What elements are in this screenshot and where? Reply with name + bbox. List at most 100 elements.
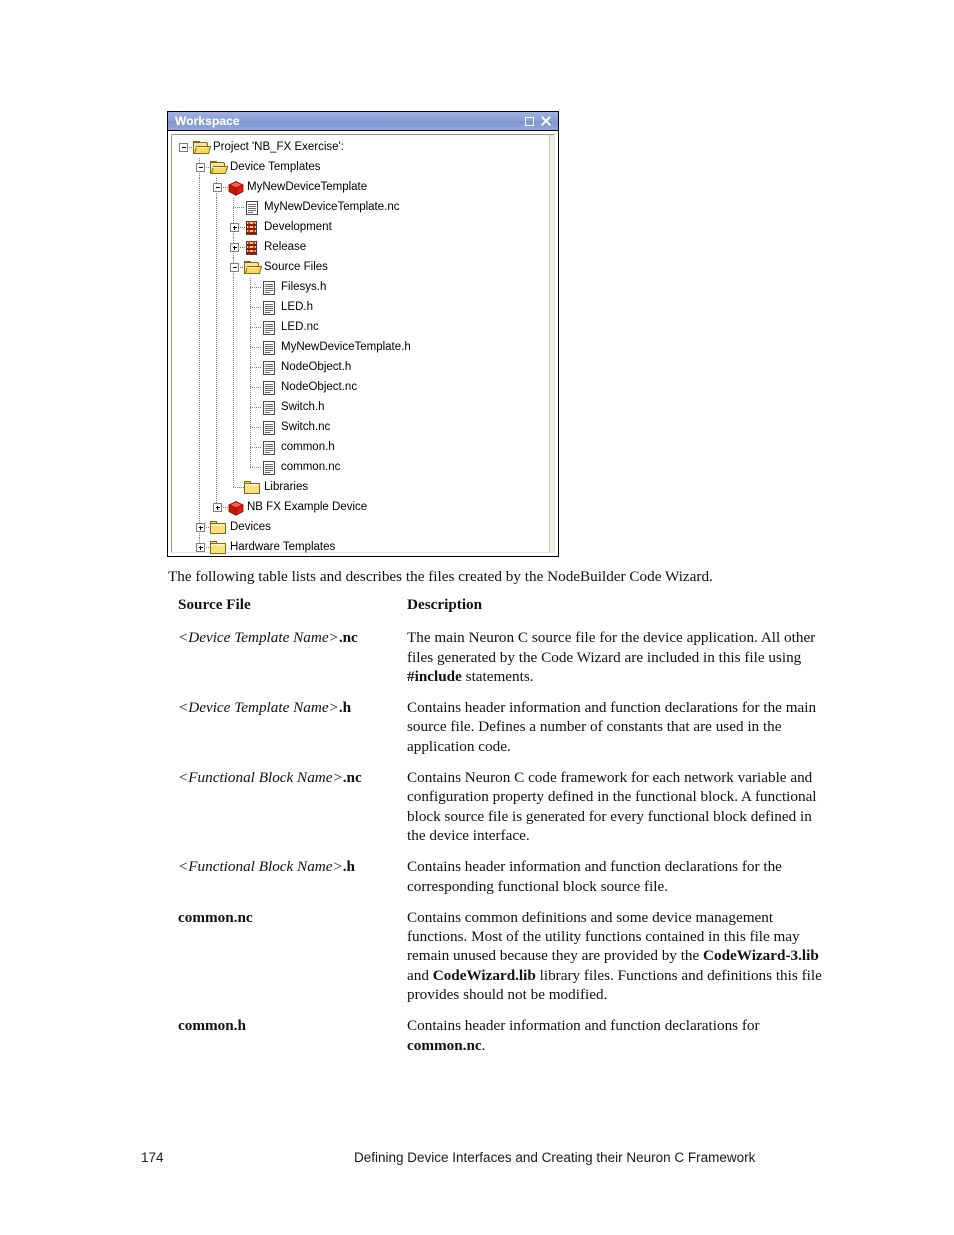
- tree-item[interactable]: MyNewDeviceTemplate.h: [176, 338, 546, 358]
- tree-connector: [244, 338, 261, 358]
- tree-guide-line: [233, 298, 234, 318]
- tree-expander[interactable]: [227, 238, 245, 258]
- workspace-panel: Workspace Project 'NB_FX Exercise': Devic…: [167, 111, 559, 557]
- description-text: Contains header information and function…: [407, 1017, 760, 1035]
- tree-item[interactable]: Development: [176, 218, 546, 238]
- tree-indent: [210, 358, 227, 378]
- collapse-icon[interactable]: [179, 143, 188, 152]
- tree-guide-line: [216, 398, 217, 418]
- tree-guide-line: [216, 418, 217, 438]
- tree-item[interactable]: Project 'NB_FX Exercise':: [176, 138, 546, 158]
- tree-item[interactable]: Switch.nc: [176, 418, 546, 438]
- tree-guide-line: [216, 218, 217, 238]
- tree-item[interactable]: Hardware Templates: [176, 538, 546, 558]
- tree-indent: [193, 378, 210, 398]
- tree-item[interactable]: MyNewDeviceTemplate.nc: [176, 198, 546, 218]
- collapse-icon[interactable]: [230, 263, 239, 272]
- source-file-name-bold: common.nc: [178, 908, 253, 926]
- build-config-icon: [244, 240, 262, 256]
- tree-expander[interactable]: [210, 498, 228, 518]
- vertical-scrollbar[interactable]: [549, 135, 554, 552]
- tree-item-label: Switch.h: [281, 400, 325, 413]
- tree-indent: [227, 438, 244, 458]
- tree-item[interactable]: Source Files: [176, 258, 546, 278]
- tree-item[interactable]: LED.h: [176, 298, 546, 318]
- expand-icon[interactable]: [230, 243, 239, 252]
- source-file-name-italic: <Device Template Name>: [178, 699, 339, 717]
- tree-expander[interactable]: [227, 218, 245, 238]
- tree-expander[interactable]: [210, 178, 228, 198]
- table-cell-source-file: <Functional Block Name>.h: [178, 857, 407, 876]
- expand-icon[interactable]: [196, 543, 205, 552]
- tree-indent: [210, 298, 227, 318]
- tree-expander[interactable]: [193, 158, 211, 178]
- tree-item[interactable]: Libraries: [176, 478, 546, 498]
- tree-item[interactable]: Devices: [176, 518, 546, 538]
- table-row: <Device Template Name>.h Contains header …: [178, 698, 828, 756]
- tree-item[interactable]: LED.nc: [176, 318, 546, 338]
- tree-item-label: MyNewDeviceTemplate.nc: [264, 200, 400, 213]
- tree-guide-line: [233, 398, 234, 418]
- tree-elbow: [250, 367, 261, 368]
- tree-guide-line: [216, 278, 217, 298]
- collapse-icon[interactable]: [196, 163, 205, 172]
- expand-icon[interactable]: [213, 503, 222, 512]
- footer-title: Defining Device Interfaces and Creating …: [354, 1150, 756, 1165]
- workspace-titlebar[interactable]: Workspace: [168, 112, 558, 131]
- tree-guide-line: [250, 358, 251, 378]
- tree-guide-line: [199, 398, 200, 418]
- tree-guide-line: [216, 438, 217, 458]
- close-icon[interactable]: [540, 116, 551, 127]
- project-tree[interactable]: Project 'NB_FX Exercise': Device Template…: [176, 138, 546, 554]
- tree-elbow: [250, 327, 261, 328]
- collapse-icon[interactable]: [213, 183, 222, 192]
- tree-indent: [193, 238, 210, 258]
- tree-guide-line: [233, 198, 234, 218]
- table-cell-description: Contains header information and function…: [407, 857, 828, 896]
- source-file-icon: [261, 360, 279, 376]
- source-file-icon: [244, 200, 262, 216]
- tree-elbow: [250, 387, 261, 388]
- tree-guide-line: [216, 198, 217, 218]
- restore-icon[interactable]: [525, 116, 534, 126]
- tree-item-label: Device Templates: [230, 160, 321, 173]
- tree-item[interactable]: Switch.h: [176, 398, 546, 418]
- tree-guide-line: [233, 418, 234, 438]
- tree-connector: [227, 478, 244, 498]
- tree-expander[interactable]: [176, 138, 194, 158]
- tree-item[interactable]: common.nc: [176, 458, 546, 478]
- tree-connector: [244, 278, 261, 298]
- tree-indent: [193, 218, 210, 238]
- expand-icon[interactable]: [230, 223, 239, 232]
- tree-item-label: common.nc: [281, 460, 341, 473]
- tree-item[interactable]: Device Templates: [176, 158, 546, 178]
- description-emphasis: common.nc: [407, 1036, 482, 1054]
- expand-icon[interactable]: [196, 523, 205, 532]
- description-emphasis: CodeWizard-3.lib: [703, 947, 819, 965]
- tree-item[interactable]: Release: [176, 238, 546, 258]
- tree-item[interactable]: NB FX Example Device: [176, 498, 546, 518]
- tree-indent: [210, 318, 227, 338]
- tree-expander[interactable]: [227, 258, 245, 278]
- tree-guide-line: [199, 298, 200, 318]
- tree-item-label: Hardware Templates: [230, 540, 336, 553]
- tree-guide-line: [250, 438, 251, 458]
- tree-indent: [227, 278, 244, 298]
- tree-guide-line: [250, 298, 251, 318]
- tree-item[interactable]: common.h: [176, 438, 546, 458]
- tree-indent: [227, 418, 244, 438]
- tree-item[interactable]: Filesys.h: [176, 278, 546, 298]
- tree-item[interactable]: NodeObject.h: [176, 358, 546, 378]
- tree-expander[interactable]: [193, 538, 211, 558]
- tree-item[interactable]: MyNewDeviceTemplate: [176, 178, 546, 198]
- tree-item[interactable]: NodeObject.nc: [176, 378, 546, 398]
- tree-expander[interactable]: [193, 518, 211, 538]
- workspace-title: Workspace: [175, 114, 240, 128]
- tree-indent: [193, 178, 210, 198]
